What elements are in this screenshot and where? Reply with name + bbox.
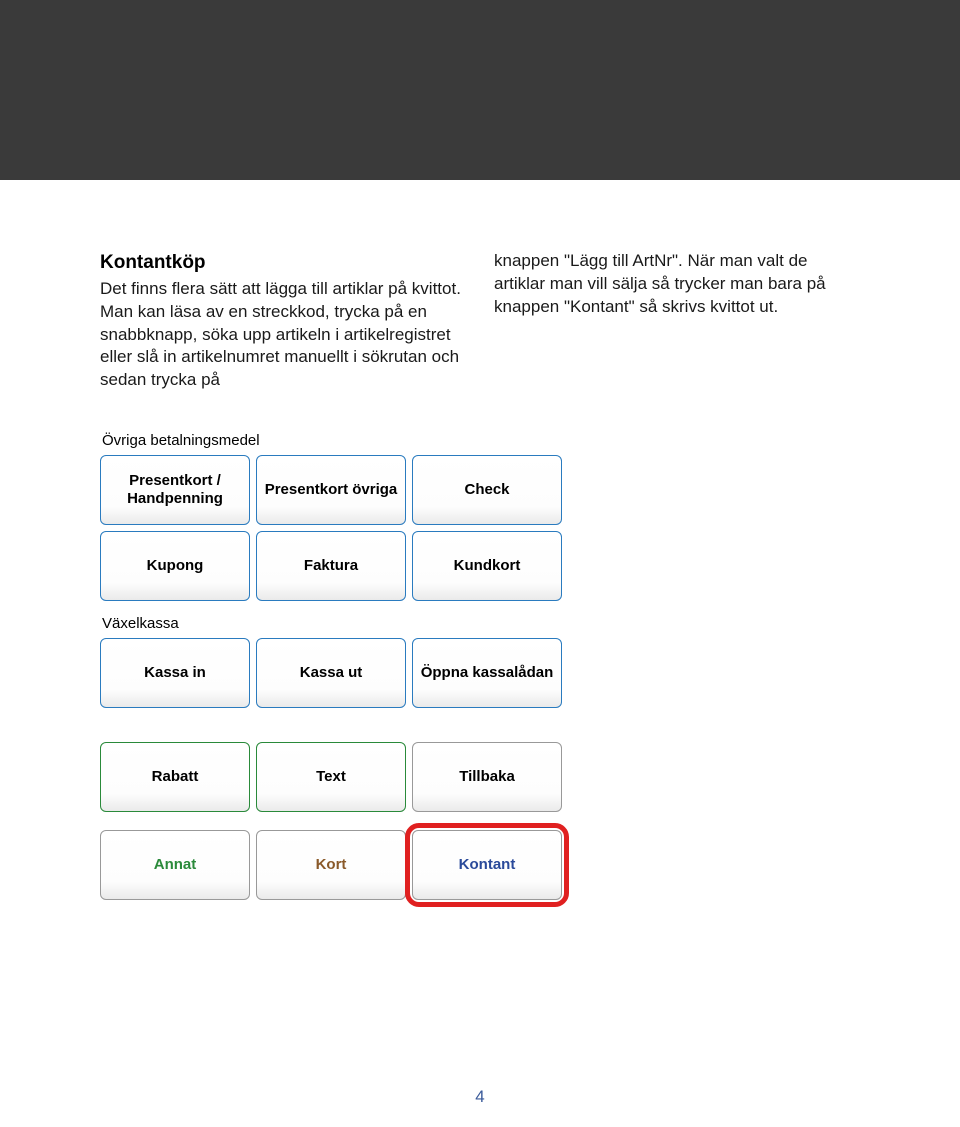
kontant-button[interactable]: Kontant bbox=[412, 830, 562, 900]
col-right: knappen "Lägg till ArtNr". När man valt … bbox=[494, 250, 860, 392]
page-number: 4 bbox=[0, 1087, 960, 1107]
section-label-vaxelkassa: Växelkassa bbox=[102, 615, 580, 632]
spacer bbox=[100, 818, 580, 830]
kassa-in-button[interactable]: Kassa in bbox=[100, 638, 250, 708]
spacer bbox=[100, 714, 580, 742]
kupong-button[interactable]: Kupong bbox=[100, 531, 250, 601]
page-content: Kontantköp Det finns flera sätt att lägg… bbox=[0, 180, 960, 900]
row-4: Rabatt Text Tillbaka bbox=[100, 742, 580, 812]
presentkort-handpenning-button[interactable]: Presentkort / Handpenning bbox=[100, 455, 250, 525]
kassa-ut-button[interactable]: Kassa ut bbox=[256, 638, 406, 708]
check-button[interactable]: Check bbox=[412, 455, 562, 525]
tillbaka-button[interactable]: Tillbaka bbox=[412, 742, 562, 812]
text-button[interactable]: Text bbox=[256, 742, 406, 812]
oppna-kassaladan-button[interactable]: Öppna kassalådan bbox=[412, 638, 562, 708]
row-1: Presentkort / Handpenning Presentkort öv… bbox=[100, 455, 580, 525]
header-bar bbox=[0, 0, 960, 180]
annat-button[interactable]: Annat bbox=[100, 830, 250, 900]
col-left: Kontantköp Det finns flera sätt att lägg… bbox=[100, 250, 466, 392]
article-col2: knappen "Lägg till ArtNr". När man valt … bbox=[494, 251, 826, 316]
row-2: Kupong Faktura Kundkort bbox=[100, 531, 580, 601]
article-col1: Det finns flera sätt att lägga till arti… bbox=[100, 279, 461, 390]
presentkort-ovriga-button[interactable]: Presentkort övriga bbox=[256, 455, 406, 525]
kort-button[interactable]: Kort bbox=[256, 830, 406, 900]
faktura-button[interactable]: Faktura bbox=[256, 531, 406, 601]
row-3: Kassa in Kassa ut Öppna kassalådan bbox=[100, 638, 580, 708]
rabatt-button[interactable]: Rabatt bbox=[100, 742, 250, 812]
section-label-payments: Övriga betalningsmedel bbox=[102, 432, 580, 449]
button-panel: Övriga betalningsmedel Presentkort / Han… bbox=[100, 432, 580, 900]
row-5: Annat Kort Kontant bbox=[100, 830, 580, 900]
kundkort-button[interactable]: Kundkort bbox=[412, 531, 562, 601]
text-columns: Kontantköp Det finns flera sätt att lägg… bbox=[100, 250, 860, 392]
article-title: Kontantköp bbox=[100, 250, 466, 276]
